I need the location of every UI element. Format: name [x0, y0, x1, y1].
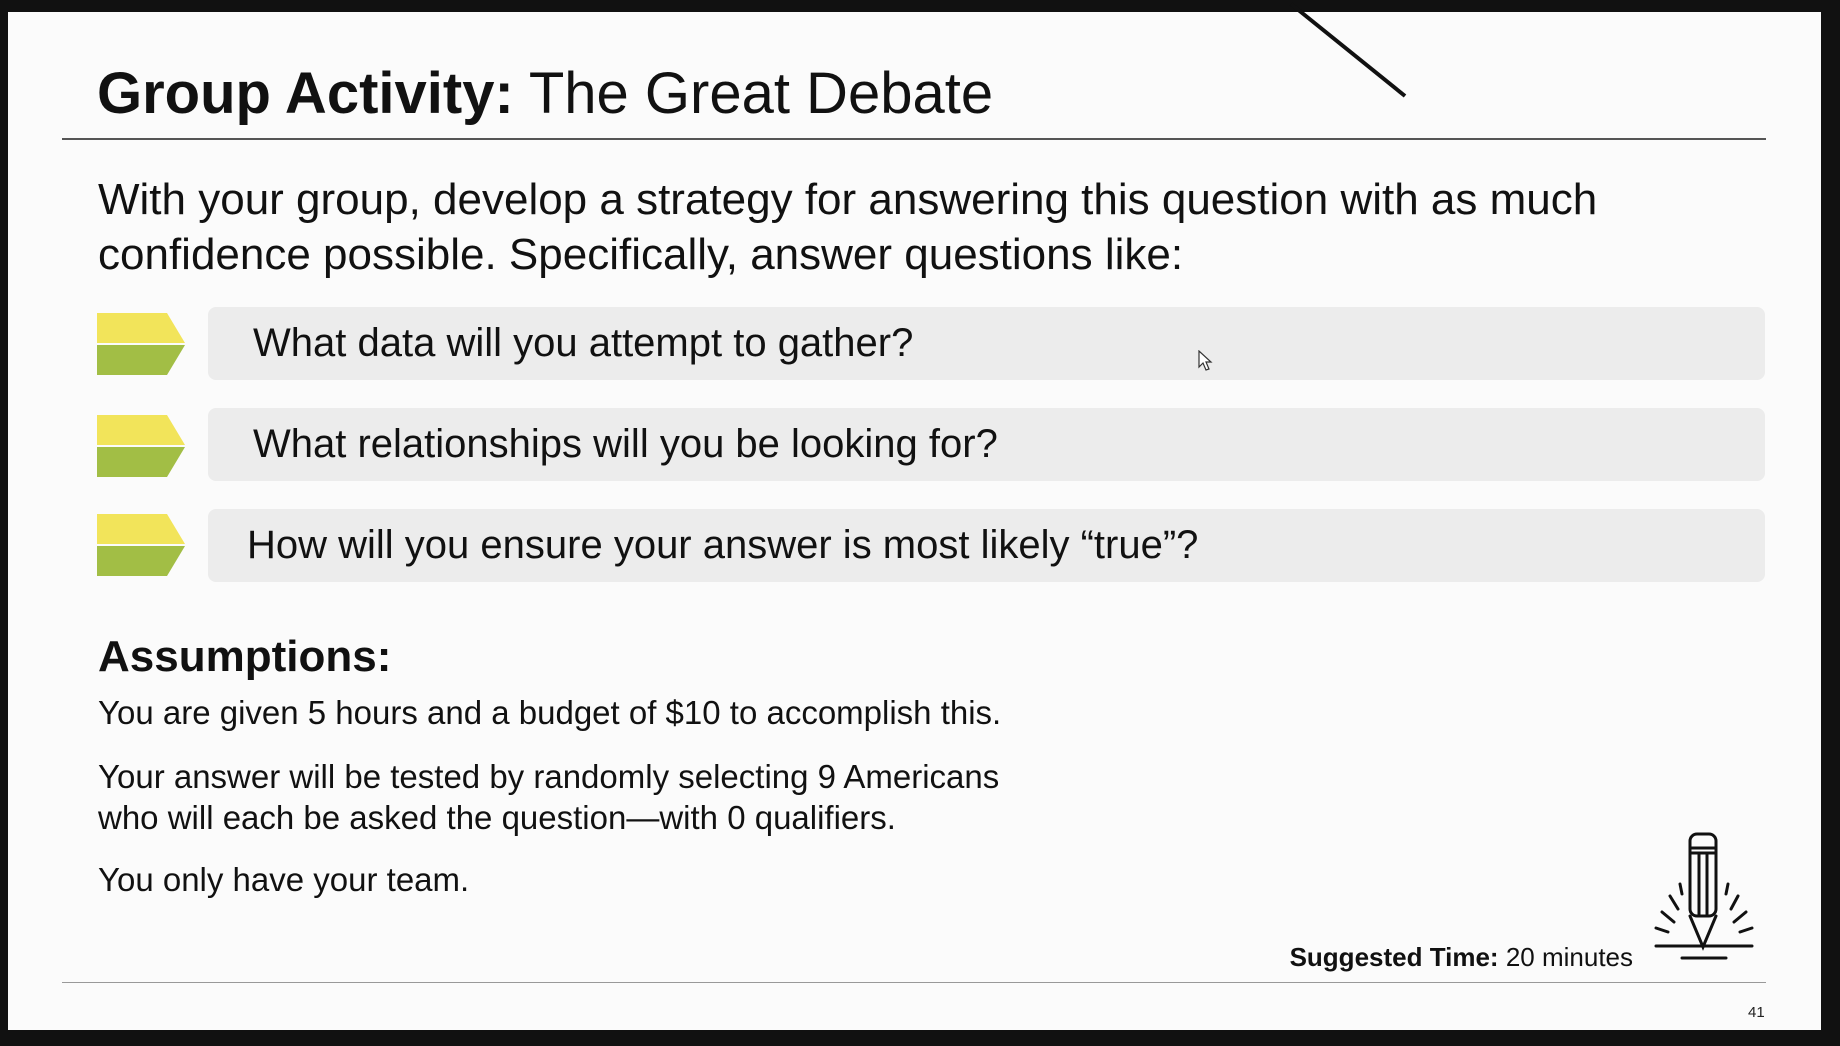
- question-row: What relationships will you be looking f…: [208, 408, 1765, 481]
- assumption-text: Your answer will be tested by randomly s…: [98, 758, 1000, 795]
- assumption-text: who will each be asked the question—with…: [98, 799, 896, 836]
- arrow-bullet-icon: [97, 415, 185, 477]
- annotation-stroke: [1289, 2, 1407, 98]
- arrow-bullet-icon: [97, 313, 185, 375]
- slide: Group Activity: The Great Debate With yo…: [8, 12, 1821, 1030]
- suggested-time: Suggested Time: 20 minutes: [1289, 942, 1633, 972]
- intro-text: With your group, develop a strategy for …: [98, 175, 1598, 279]
- footer-divider: [62, 982, 1766, 983]
- question-row: What data will you attempt to gather?: [208, 307, 1765, 380]
- title-divider: [62, 138, 1766, 140]
- question-text: What data will you attempt to gather?: [253, 321, 914, 365]
- assumptions-heading: Assumptions:: [98, 632, 392, 681]
- question-text: What relationships will you be looking f…: [253, 422, 998, 466]
- question-text: How will you ensure your answer is most …: [247, 523, 1199, 567]
- arrow-bullet-icon: [97, 514, 185, 576]
- mouse-cursor-icon: [1198, 350, 1213, 371]
- question-row: How will you ensure your answer is most …: [208, 509, 1765, 582]
- pencil-icon: [1654, 832, 1754, 960]
- assumption-text: You are given 5 hours and a budget of $1…: [98, 694, 1002, 731]
- page-number: 41: [1748, 1004, 1765, 1021]
- assumption-text: You only have your team.: [98, 861, 470, 898]
